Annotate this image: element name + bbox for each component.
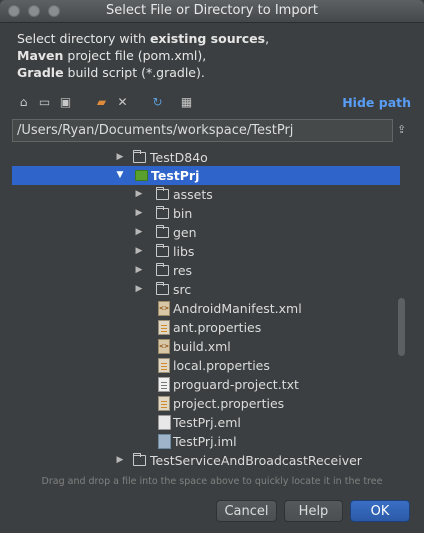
drag-drop-hint: Drag and drop a file into the space abov… <box>41 476 383 487</box>
tree-row-bin[interactable]: ▶ bin <box>12 204 400 223</box>
expand-arrow-icon[interactable]: ▶ <box>134 223 144 242</box>
folder-icon <box>155 263 169 276</box>
project-folder-icon[interactable]: ▣ <box>58 95 73 109</box>
tree-row-project-properties[interactable]: project.properties <box>12 394 400 413</box>
tree-row-androidmanifest[interactable]: <> AndroidManifest.xml <box>12 299 400 318</box>
home-icon[interactable]: ⌂ <box>16 95 31 109</box>
expand-arrow-icon[interactable]: ▶ <box>134 280 144 299</box>
new-folder-icon[interactable]: ▰ <box>94 95 109 109</box>
browse-path-icon[interactable]: ⇪ <box>397 123 409 138</box>
tree-row-testprj-iml[interactable]: TestPrj.iml <box>12 432 400 451</box>
folder-icon <box>155 244 169 257</box>
tree-row-gen[interactable]: ▶ gen <box>12 223 400 242</box>
cancel-button[interactable]: Cancel <box>216 500 277 522</box>
xml-file-icon: <> <box>158 301 170 316</box>
expand-arrow-icon[interactable]: ▶ <box>134 185 144 204</box>
tree-row-proguard[interactable]: proguard-project.txt <box>12 375 400 394</box>
expand-arrow-icon[interactable]: ▶ <box>115 148 125 167</box>
folder-icon <box>132 453 146 466</box>
module-folder-icon <box>135 170 148 181</box>
show-hidden-icon[interactable]: ▦ <box>179 95 194 109</box>
tree-row-local-properties[interactable]: local.properties <box>12 356 400 375</box>
refresh-icon[interactable]: ↻ <box>150 95 165 109</box>
delete-icon[interactable]: ✕ <box>115 95 130 109</box>
folder-icon <box>155 282 169 295</box>
tree-row-testprj-eml[interactable]: TestPrj.eml <box>12 413 400 432</box>
expand-arrow-icon[interactable]: ▶ <box>115 451 125 470</box>
tree-row-libs[interactable]: ▶ libs <box>12 242 400 261</box>
file-tree[interactable]: ▶ TestD84o ▼ TestPrj ▶ assets ▶ bin ▶ ge… <box>12 146 410 472</box>
tree-row-ant-properties[interactable]: ant.properties <box>12 318 400 337</box>
eml-file-icon <box>158 415 171 430</box>
properties-file-icon <box>158 396 170 411</box>
description: Select directory with existing sources, … <box>17 31 270 80</box>
tree-row-res[interactable]: ▶ res <box>12 261 400 280</box>
expand-arrow-icon[interactable]: ▶ <box>134 261 144 280</box>
title-bar: Select File or Directory to Import <box>0 0 424 23</box>
tree-row-testd84o[interactable]: ▶ TestD84o <box>12 148 400 167</box>
window-title: Select File or Directory to Import <box>106 3 318 18</box>
folder-icon <box>132 150 146 163</box>
xml-file-icon: <> <box>158 339 170 354</box>
folder-icon <box>155 206 169 219</box>
iml-file-icon <box>158 434 171 449</box>
properties-file-icon <box>158 320 170 335</box>
tree-row-build-xml[interactable]: <> build.xml <box>12 337 400 356</box>
tree-row-assets[interactable]: ▶ assets <box>12 185 400 204</box>
ok-button[interactable]: OK <box>350 500 410 522</box>
hide-path-link[interactable]: Hide path <box>342 95 411 110</box>
path-input[interactable]: /Users/Ryan/Documents/workspace/TestPrj <box>12 119 393 142</box>
tree-row-src[interactable]: ▶ src <box>12 280 400 299</box>
import-dialog: Select File or Directory to Import Selec… <box>0 0 424 533</box>
properties-file-icon <box>158 358 170 373</box>
collapse-arrow-icon[interactable]: ▼ <box>115 166 125 185</box>
folder-icon <box>155 225 169 238</box>
tree-scrollbar[interactable] <box>398 298 405 356</box>
expand-arrow-icon[interactable]: ▶ <box>134 204 144 223</box>
help-button[interactable]: Help <box>284 500 343 522</box>
expand-arrow-icon[interactable]: ▶ <box>134 242 144 261</box>
folder-icon <box>155 187 169 200</box>
tree-row-testservice[interactable]: ▶ TestServiceAndBroadcastReceiver <box>12 451 400 470</box>
text-file-icon <box>158 377 170 392</box>
desktop-icon[interactable]: ▭ <box>37 95 52 109</box>
tree-row-testprj[interactable]: ▼ TestPrj <box>12 166 400 185</box>
